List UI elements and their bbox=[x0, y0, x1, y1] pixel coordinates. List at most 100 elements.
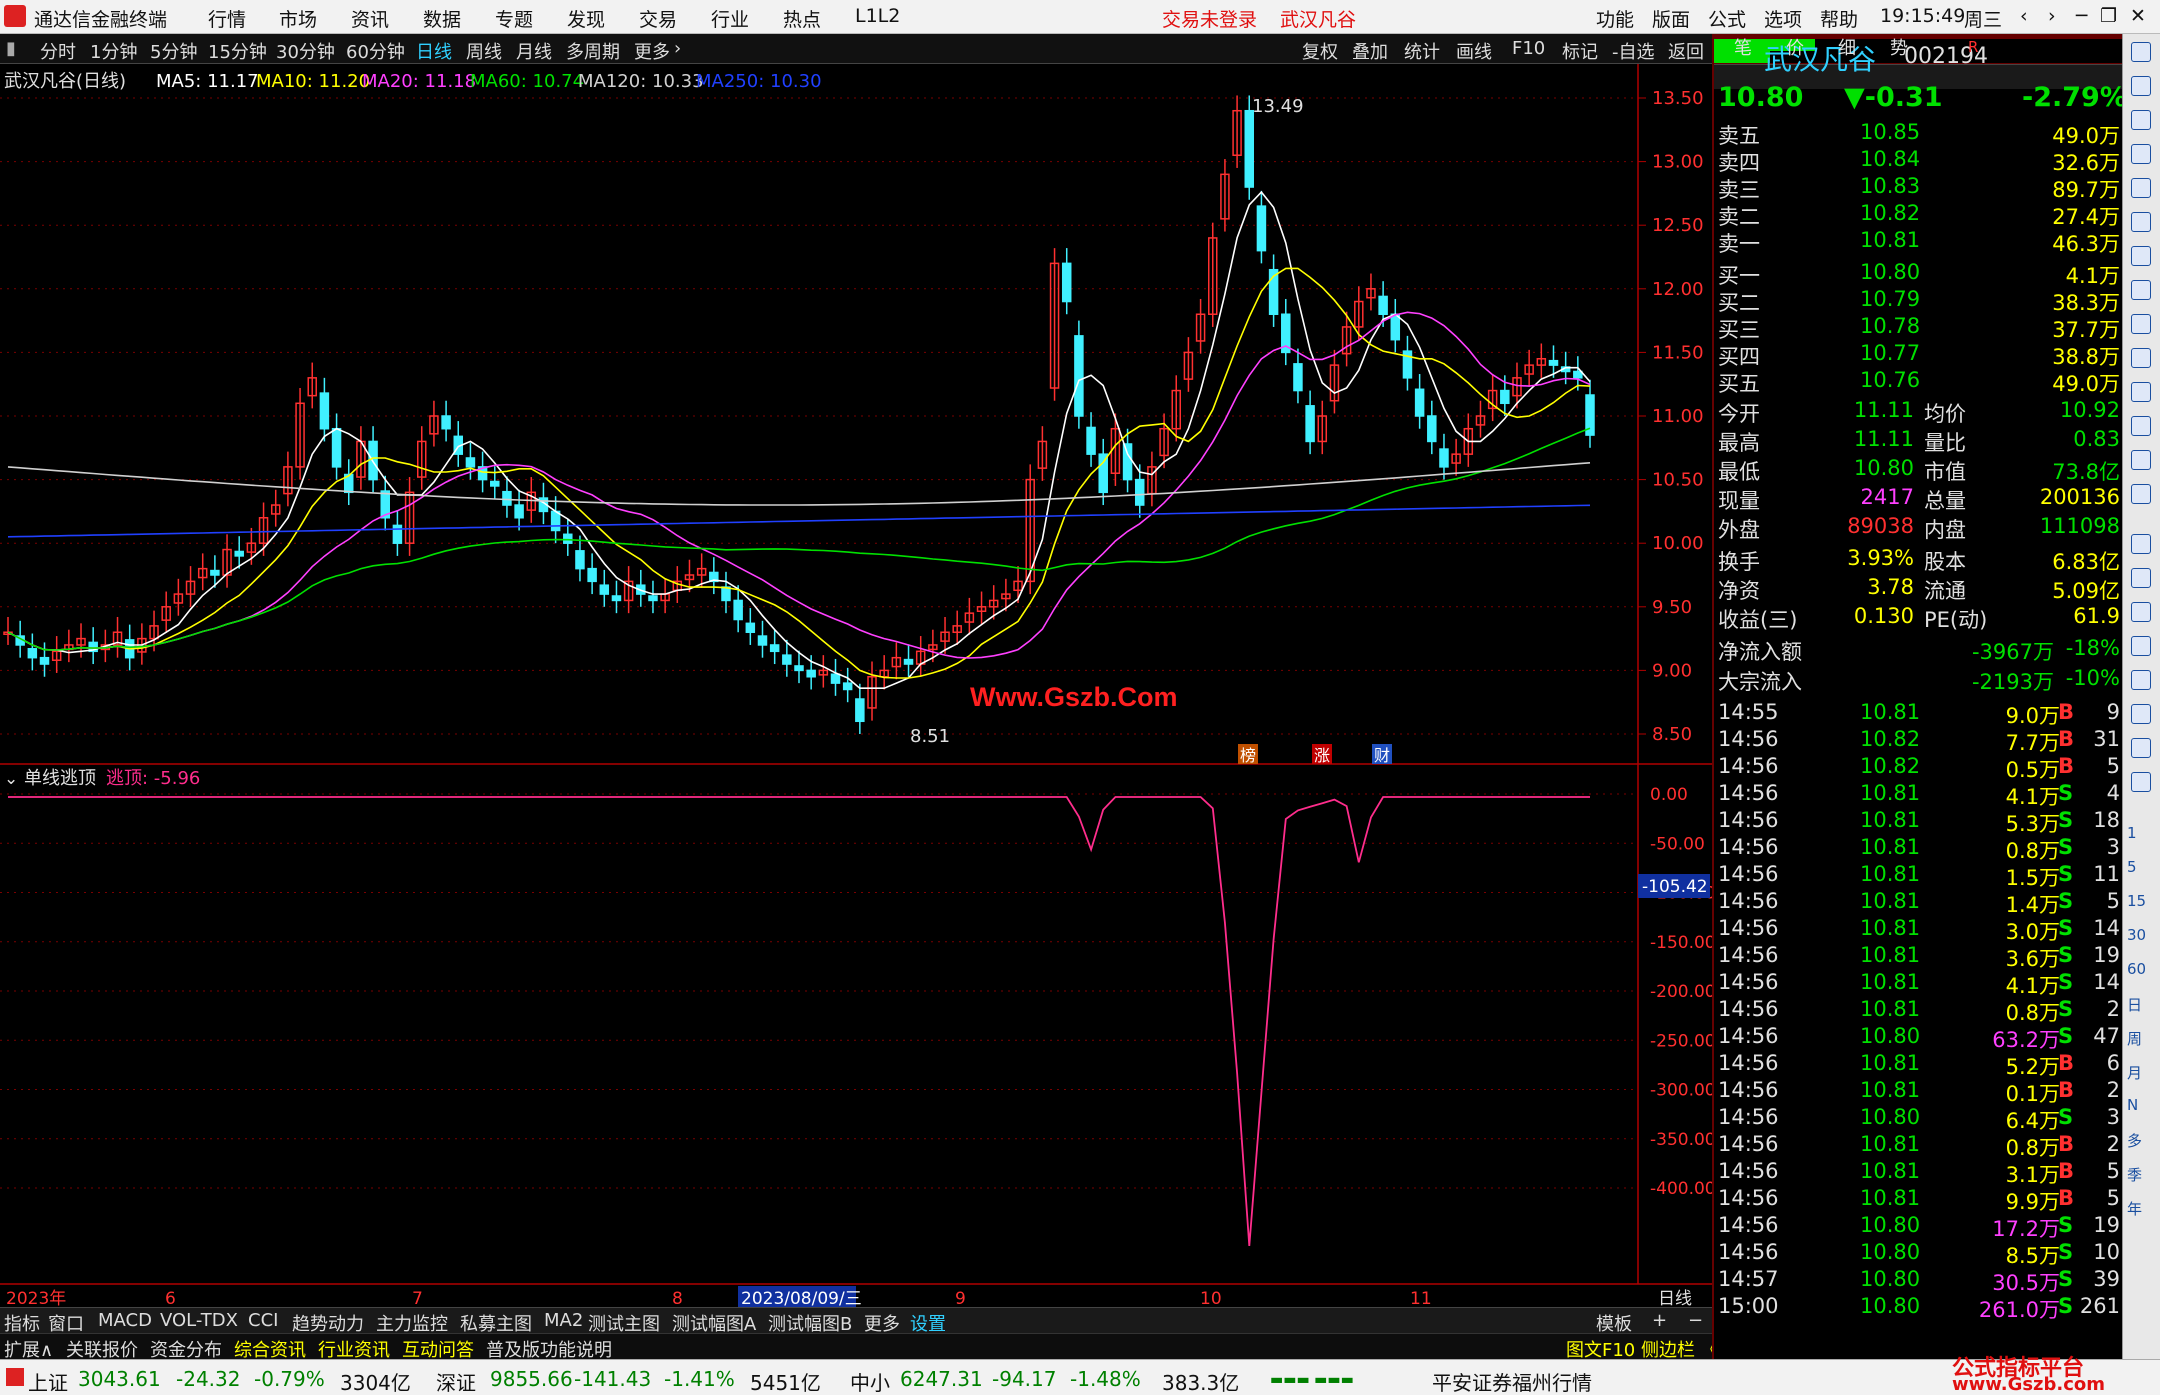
clock-icon[interactable] bbox=[2131, 484, 2151, 504]
close-icon[interactable]: ✕ bbox=[2130, 5, 2146, 27]
sidebar-period-周[interactable]: 周 bbox=[2127, 1028, 2142, 1049]
book-icon[interactable] bbox=[2131, 144, 2151, 164]
f1-icon[interactable] bbox=[2131, 382, 2151, 402]
menu-gongneng[interactable]: 功能 bbox=[1596, 5, 1634, 32]
btn-zoom-in[interactable]: + bbox=[1652, 1310, 1667, 1331]
btn-f10[interactable]: F10 bbox=[1512, 38, 1545, 59]
f2-icon[interactable] bbox=[2131, 416, 2151, 436]
zx-name[interactable]: 中小 bbox=[850, 1367, 890, 1395]
chart-icon[interactable] bbox=[2131, 212, 2151, 232]
sidebar-toggle-icon[interactable]: ▮ bbox=[6, 38, 16, 59]
chevron-right-icon[interactable]: › bbox=[674, 38, 681, 59]
btn-tongji[interactable]: 统计 bbox=[1404, 38, 1440, 64]
trade-status[interactable]: 交易未登录 bbox=[1162, 5, 1257, 32]
tick-price: 10.80 bbox=[1860, 1294, 1921, 1318]
candle-body bbox=[830, 673, 841, 684]
period-1min[interactable]: 1分钟 bbox=[90, 38, 137, 64]
fund-icon[interactable] bbox=[2131, 314, 2151, 334]
tick-tab[interactable]: 笔 bbox=[1734, 34, 1752, 60]
sidebar-period-5[interactable]: 5 bbox=[2127, 858, 2137, 876]
f3-icon[interactable] bbox=[2131, 450, 2151, 470]
period-30min[interactable]: 30分钟 bbox=[276, 38, 335, 64]
menu-banmian[interactable]: 版面 bbox=[1652, 5, 1690, 32]
sidebar-period-15[interactable]: 15 bbox=[2127, 892, 2146, 910]
period-more[interactable]: 更多 bbox=[634, 38, 670, 64]
tick-tab[interactable]: 价 bbox=[1786, 34, 1804, 60]
sidebar-period-30[interactable]: 30 bbox=[2127, 926, 2146, 944]
sidebar-period-N[interactable]: N bbox=[2127, 1096, 2138, 1114]
gear-icon[interactable] bbox=[2131, 772, 2151, 792]
menu-shuju[interactable]: 数据 bbox=[423, 5, 461, 32]
period-weekly[interactable]: 周线 bbox=[466, 38, 502, 64]
candles-icon[interactable] bbox=[2131, 246, 2151, 266]
menu-xuanxiang[interactable]: 选项 bbox=[1764, 5, 1802, 32]
up-icon[interactable] bbox=[2131, 42, 2151, 62]
menu-shichang[interactable]: 市场 bbox=[279, 5, 317, 32]
period-multi[interactable]: 多周期 bbox=[566, 38, 620, 64]
indicator-icon[interactable] bbox=[2131, 534, 2151, 554]
menu-hangye[interactable]: 行业 bbox=[711, 5, 749, 32]
btn-fanhui[interactable]: 返回 bbox=[1668, 38, 1704, 64]
badge-cai-label: 财 bbox=[1374, 746, 1390, 765]
price-tick: 9.00 bbox=[1652, 660, 1692, 681]
menu-redian[interactable]: 热点 bbox=[783, 5, 821, 32]
menu-gongshi[interactable]: 公式 bbox=[1708, 5, 1746, 32]
sz-name[interactable]: 深证 bbox=[436, 1367, 476, 1395]
menu-faxian[interactable]: 发现 bbox=[567, 5, 605, 32]
menu-bangzhu[interactable]: 帮助 bbox=[1820, 5, 1858, 32]
shield-icon[interactable] bbox=[2131, 602, 2151, 622]
sidebar-period-日[interactable]: 日 bbox=[2127, 994, 2142, 1015]
pen-icon[interactable] bbox=[2131, 670, 2151, 690]
tab-cci[interactable]: CCI bbox=[248, 1310, 278, 1331]
table-icon[interactable] bbox=[2131, 348, 2151, 368]
tick-tab[interactable]: 细 bbox=[1838, 34, 1856, 60]
sidebar-period-1[interactable]: 1 bbox=[2127, 824, 2137, 842]
btn-zixuan[interactable]: -自选 bbox=[1612, 38, 1655, 64]
f5-icon[interactable] bbox=[2131, 738, 2151, 758]
btn-zoom-out[interactable]: − bbox=[1688, 1310, 1703, 1331]
kline-chart[interactable]: 13.50 13.00 12.50 12.00 11.50 11.00 10.50 10.00… bbox=[0, 64, 1712, 1307]
f4-icon[interactable] bbox=[2131, 704, 2151, 724]
menu-l1l2[interactable]: L1L2 bbox=[855, 5, 900, 27]
move-icon[interactable] bbox=[2131, 636, 2151, 656]
tick-tab[interactable]: 势 bbox=[1890, 34, 1908, 60]
period-60min[interactable]: 60分钟 bbox=[346, 38, 405, 64]
tab-ma2[interactable]: MA2 bbox=[544, 1310, 583, 1331]
sidebar-period-多[interactable]: 多 bbox=[2127, 1130, 2142, 1151]
back-arrow-icon[interactable]: ‹ bbox=[2020, 5, 2028, 27]
candle-body bbox=[794, 665, 804, 672]
down-icon[interactable] bbox=[2131, 110, 2151, 130]
period-5min[interactable]: 5分钟 bbox=[150, 38, 197, 64]
sh-name[interactable]: 上证 bbox=[28, 1367, 68, 1395]
menu-zixun[interactable]: 资讯 bbox=[351, 5, 389, 32]
menu-hangqing[interactable]: 行情 bbox=[208, 5, 246, 32]
bid-vol-3: 37.7万 bbox=[2052, 318, 2120, 342]
tab-macd[interactable]: MACD bbox=[98, 1310, 152, 1331]
btn-biaoji[interactable]: 标记 bbox=[1562, 38, 1598, 64]
sidebar-period-年[interactable]: 年 bbox=[2127, 1198, 2142, 1219]
menu-zhuanti[interactable]: 专题 bbox=[495, 5, 533, 32]
tick-count: 4 bbox=[2106, 781, 2120, 805]
title-stock-name: 武汉凡谷 bbox=[1280, 9, 1357, 31]
refresh-icon[interactable] bbox=[2131, 76, 2151, 96]
period-daily[interactable]: 日线 bbox=[416, 38, 452, 64]
btn-huaxian[interactable]: 画线 bbox=[1456, 38, 1492, 64]
btn-diejia[interactable]: 叠加 bbox=[1352, 38, 1388, 64]
btn-fuquan[interactable]: 复权 bbox=[1302, 38, 1338, 64]
forward-arrow-icon[interactable]: › bbox=[2048, 5, 2056, 27]
period-15min[interactable]: 15分钟 bbox=[208, 38, 267, 64]
period-monthly[interactable]: 月线 bbox=[516, 38, 552, 64]
zx-amount: 383.3亿 bbox=[1162, 1371, 1240, 1395]
menu-jiaoyi[interactable]: 交易 bbox=[639, 5, 677, 32]
sidebar-period-60[interactable]: 60 bbox=[2127, 960, 2146, 978]
period-fenshi[interactable]: 分时 bbox=[40, 38, 76, 64]
list-icon[interactable] bbox=[2131, 280, 2151, 300]
indicator-collapse-icon[interactable]: ⌄ bbox=[4, 769, 18, 789]
sidebar-period-月[interactable]: 月 bbox=[2127, 1062, 2142, 1083]
tab-vol-tdx[interactable]: VOL-TDX bbox=[160, 1310, 238, 1331]
grid-icon[interactable] bbox=[2131, 178, 2151, 198]
rsi-icon[interactable] bbox=[2131, 568, 2151, 588]
minimize-icon[interactable]: ─ bbox=[2076, 5, 2087, 27]
sidebar-period-季[interactable]: 季 bbox=[2127, 1164, 2142, 1185]
restore-icon[interactable]: ❐ bbox=[2100, 5, 2117, 27]
